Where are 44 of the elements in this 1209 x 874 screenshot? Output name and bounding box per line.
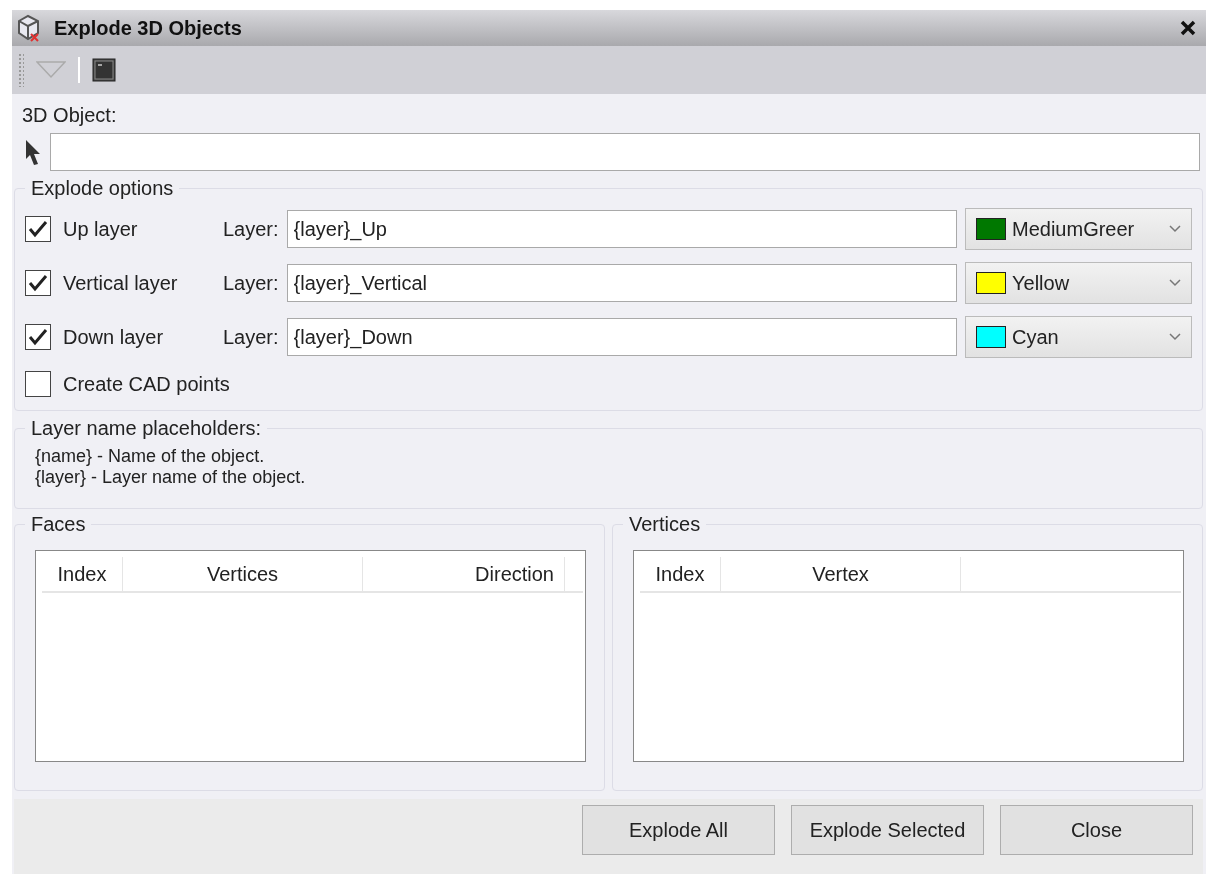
window-title: Explode 3D Objects [54,16,243,40]
dialog-button[interactable]: Explode Selected [791,805,984,855]
close-icon[interactable] [1180,20,1196,36]
faces-list[interactable]: Index Vertices Direction [35,550,586,762]
layer-label: Layer: [223,325,279,349]
chevron-icon [1169,279,1181,287]
layer-label: Layer: [223,271,279,295]
object-field[interactable] [50,133,1200,171]
group-title: Vertices [628,513,702,536]
field-label: 3D Object: [22,104,117,127]
column-header[interactable]: Index [640,557,721,591]
column-header[interactable]: Index [42,557,123,591]
checkbox[interactable] [25,216,51,242]
checkbox-label: Create CAD points [63,372,230,396]
checkbox[interactable] [25,371,51,397]
layer-field[interactable]: {layer}_Up [286,210,957,248]
dialog-button[interactable]: Close [1000,805,1193,855]
cube-icon [16,14,42,42]
dialog-button[interactable]: Explode All [582,805,775,855]
checkbox-label: Vertical layer [63,271,179,295]
color-dropdown[interactable]: Cyan [965,316,1192,358]
help-text: {name} - Name of the object. [35,446,266,467]
checkbox-label: Up layer [63,217,139,241]
help-text: {layer} - Layer name of the object. [35,467,307,488]
layer-field[interactable]: {layer}_Vertical [286,264,957,302]
color-dropdown[interactable]: Yellow [965,262,1192,304]
layer-label: Layer: [223,217,279,241]
group-title: Explode options [30,177,175,200]
pointer-icon[interactable] [24,138,42,166]
checkbox[interactable] [25,270,51,296]
checkbox-label: Down layer [63,325,165,349]
chevron-icon [1169,225,1181,233]
color-dropdown[interactable]: MediumGreer [965,208,1192,250]
group-title: Faces [30,513,87,536]
column-header[interactable]: Direction [363,557,565,591]
column-header[interactable]: Vertex [721,557,961,591]
grip-icon [18,53,24,87]
group-title: Layer name placeholders: [30,417,263,440]
console-icon[interactable] [92,58,116,82]
chevron-icon [1169,333,1181,341]
checkbox[interactable] [25,324,51,350]
layer-field[interactable]: {layer}_Down [286,318,957,356]
column-header[interactable]: Vertices [123,557,363,591]
vertices-list[interactable]: Index Vertex [633,550,1184,762]
